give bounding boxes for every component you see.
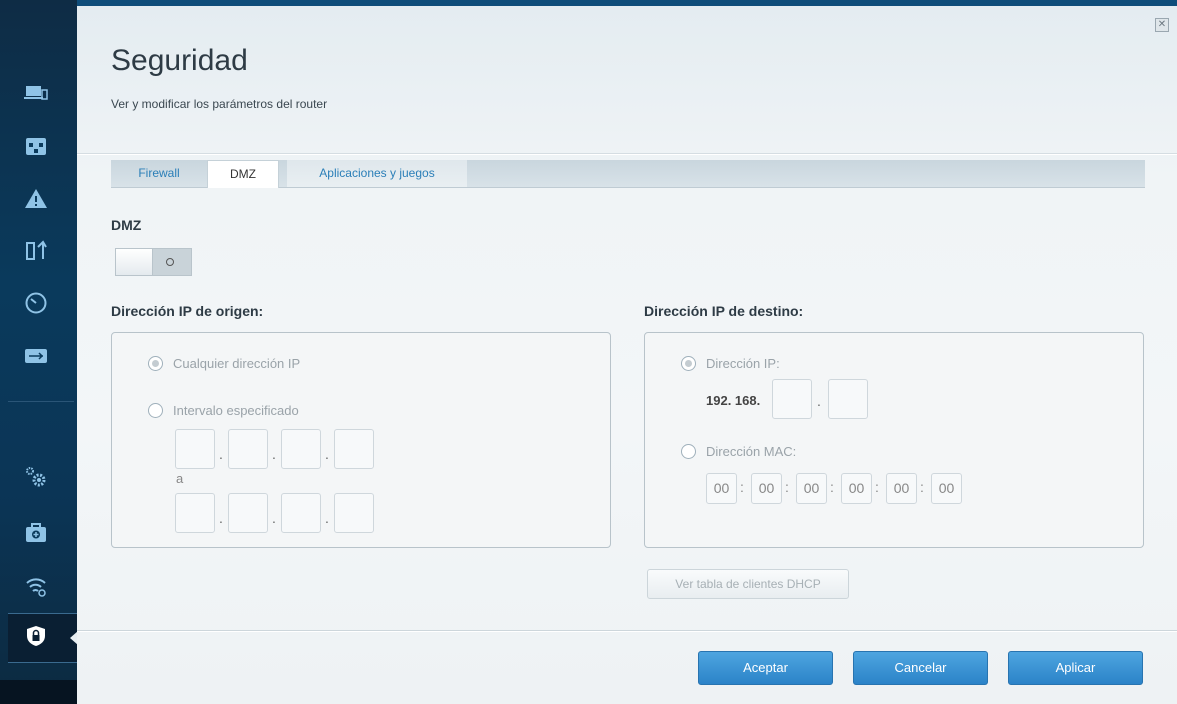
tab-bar: Firewall DMZ Aplicaciones y juegos: [111, 160, 1145, 188]
nav-divider: [8, 401, 74, 402]
range-end-octet-2[interactable]: [228, 493, 268, 533]
sidebar: [0, 0, 78, 704]
dot-separator: .: [219, 510, 223, 526]
source-ip-panel: Cualquier dirección IP Intervalo especif…: [111, 332, 611, 548]
destination-ip-prefix: 192. 168.: [706, 393, 761, 408]
tab-dmz[interactable]: DMZ: [207, 160, 279, 188]
colon-separator: :: [785, 479, 789, 495]
source-range-label: Intervalo especificado: [173, 403, 299, 418]
source-any-radio[interactable]: [148, 356, 163, 371]
range-start-octet-4[interactable]: [334, 429, 374, 469]
parental-controls-icon[interactable]: [22, 132, 50, 160]
troubleshooting-icon[interactable]: [22, 519, 50, 547]
accept-button[interactable]: Aceptar: [698, 651, 833, 685]
cancel-button[interactable]: Cancelar: [853, 651, 988, 685]
range-start-octet-3[interactable]: [281, 429, 321, 469]
apply-button[interactable]: Aplicar: [1008, 651, 1143, 685]
devices-icon[interactable]: [22, 79, 50, 107]
destination-mac-option[interactable]: Dirección MAC:: [681, 444, 796, 459]
range-end-octet-4[interactable]: [334, 493, 374, 533]
page-subtitle: Ver y modificar los parámetros del route…: [111, 97, 328, 111]
destination-ip-option[interactable]: Dirección IP:: [681, 356, 780, 371]
destination-mac-option-label: Dirección MAC:: [706, 444, 797, 459]
page-title: Seguridad: [111, 44, 248, 77]
destination-ip-octet-4[interactable]: [828, 379, 868, 419]
dot-separator: .: [817, 393, 821, 409]
range-start-octet-2[interactable]: [228, 429, 268, 469]
range-end-octet-1[interactable]: [175, 493, 215, 533]
mac-octet-5[interactable]: 00: [886, 473, 917, 504]
wireless-icon[interactable]: [22, 572, 50, 600]
toggle-knob: [116, 249, 153, 275]
colon-separator: :: [920, 479, 924, 495]
destination-ip-radio[interactable]: [681, 356, 696, 371]
mac-octet-4[interactable]: 00: [841, 473, 872, 504]
source-any-label: Cualquier dirección IP: [173, 356, 301, 371]
dhcp-client-table-button[interactable]: Ver tabla de clientes DHCP: [647, 569, 849, 599]
source-any-option[interactable]: Cualquier dirección IP: [148, 356, 300, 371]
destination-ip-label: Dirección IP de destino:: [644, 303, 804, 319]
dot-separator: .: [272, 446, 276, 462]
header-divider: [77, 154, 1177, 155]
tab-firewall[interactable]: Firewall: [119, 160, 199, 187]
main-panel: ✕ Seguridad Ver y modificar los parámetr…: [77, 6, 1177, 704]
tab-aplicaciones-y-juegos[interactable]: Aplicaciones y juegos: [287, 160, 467, 187]
sidebar-footer: [0, 680, 77, 704]
footer-divider: [77, 631, 1177, 632]
dmz-toggle[interactable]: [115, 248, 192, 276]
destination-mac-radio[interactable]: [681, 444, 696, 459]
dmz-label: DMZ: [111, 217, 142, 233]
media-priority-icon[interactable]: [22, 237, 50, 265]
destination-ip-option-label: Dirección IP:: [706, 356, 780, 371]
dot-separator: .: [325, 510, 329, 526]
close-icon[interactable]: ✕: [1155, 18, 1169, 32]
range-start-octet-1[interactable]: [175, 429, 215, 469]
colon-separator: :: [830, 479, 834, 495]
destination-ip-panel: Dirección IP: 192. 168. . Dirección MAC:…: [644, 332, 1144, 548]
source-range-radio[interactable]: [148, 403, 163, 418]
colon-separator: :: [875, 479, 879, 495]
dot-separator: .: [325, 446, 329, 462]
mac-octet-3[interactable]: 00: [796, 473, 827, 504]
source-ip-label: Dirección IP de origen:: [111, 303, 264, 319]
source-range-option[interactable]: Intervalo especificado: [148, 403, 299, 418]
dot-separator: .: [219, 446, 223, 462]
dot-separator: .: [272, 510, 276, 526]
mac-octet-6[interactable]: 00: [931, 473, 962, 504]
security-icon[interactable]: [22, 622, 50, 650]
range-end-octet-3[interactable]: [281, 493, 321, 533]
alert-icon[interactable]: [22, 185, 50, 213]
settings-icon[interactable]: [22, 463, 50, 491]
external-storage-icon[interactable]: [22, 342, 50, 370]
speed-test-icon[interactable]: [22, 289, 50, 317]
colon-separator: :: [740, 479, 744, 495]
toggle-off-indicator: [166, 258, 174, 266]
mac-octet-2[interactable]: 00: [751, 473, 782, 504]
destination-ip-octet-3[interactable]: [772, 379, 812, 419]
mac-octet-1[interactable]: 00: [706, 473, 737, 504]
range-to-label: a: [176, 471, 184, 486]
